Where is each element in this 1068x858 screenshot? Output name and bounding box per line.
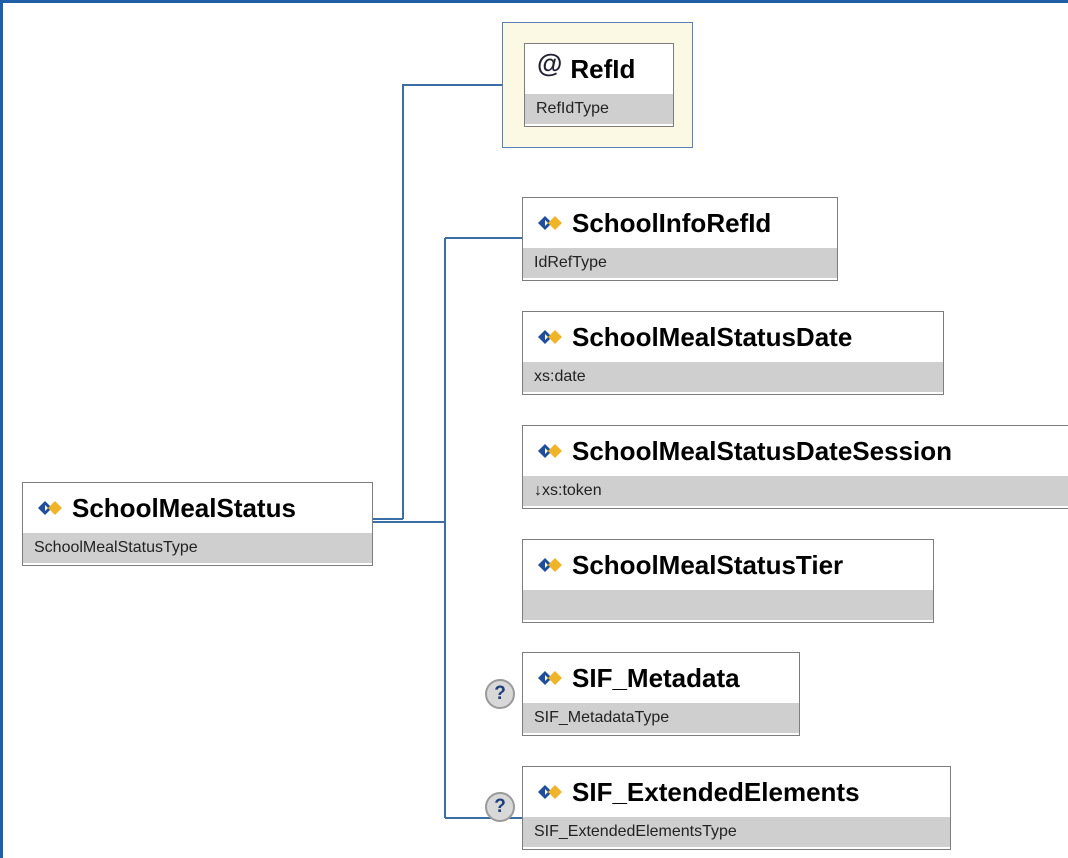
child-element-title: SIF_Metadata <box>523 653 799 703</box>
element-icon <box>38 501 62 515</box>
child-element-type: IdRefType <box>523 248 837 278</box>
child-element-name: SchoolMealStatusDate <box>572 321 853 352</box>
child-element-schoolmealstatustier[interactable]: SchoolMealStatusTier <box>522 539 934 623</box>
attribute-at-icon: @ <box>537 47 563 78</box>
connector-attribute <box>402 84 502 519</box>
child-element-sif-metadata[interactable]: SIF_Metadata SIF_MetadataType <box>522 652 800 736</box>
attribute-type: RefIdType <box>525 94 673 124</box>
attribute-box-refid[interactable]: @ RefId RefIdType <box>524 43 674 127</box>
child-element-type: SIF_MetadataType <box>523 703 799 733</box>
child-element-name: SchoolMealStatusDateSession <box>572 435 952 466</box>
attribute-title: @ RefId <box>525 44 673 94</box>
child-element-name: SchoolMealStatusTier <box>572 549 844 580</box>
child-element-title: SchoolMealStatusTier <box>523 540 933 590</box>
child-element-type: ↓xs:token <box>523 476 1068 506</box>
optional-question-icon: ? <box>485 679 515 709</box>
optional-question-icon: ? <box>485 792 515 822</box>
element-icon <box>538 444 562 458</box>
child-element-name: SchoolInfoRefId <box>572 207 772 238</box>
element-icon <box>538 558 562 572</box>
child-element-title: SchoolMealStatusDate <box>523 312 943 362</box>
child-element-schoolmealstatusdatesession[interactable]: SchoolMealStatusDateSession ↓xs:token <box>522 425 1068 509</box>
element-icon <box>538 330 562 344</box>
child-element-type: SIF_ExtendedElementsType <box>523 817 950 847</box>
child-element-schoolinforefid[interactable]: SchoolInfoRefId IdRefType <box>522 197 838 281</box>
root-element-title: SchoolMealStatus <box>23 483 372 533</box>
child-element-title: SchoolInfoRefId <box>523 198 837 248</box>
element-icon <box>538 671 562 685</box>
root-element-box[interactable]: SchoolMealStatus SchoolMealStatusType <box>22 482 373 566</box>
child-element-title: SIF_ExtendedElements <box>523 767 950 817</box>
child-element-title: SchoolMealStatusDateSession <box>523 426 1068 476</box>
child-element-schoolmealstatusdate[interactable]: SchoolMealStatusDate xs:date <box>522 311 944 395</box>
child-element-name: SIF_Metadata <box>572 662 740 693</box>
child-element-type <box>523 590 933 620</box>
attributes-group: @ RefId RefIdType <box>502 22 693 148</box>
root-element-type: SchoolMealStatusType <box>23 533 372 563</box>
element-icon <box>538 216 562 230</box>
attribute-name: RefId <box>570 53 636 84</box>
element-icon <box>538 785 562 799</box>
child-element-sif-extendedelements[interactable]: SIF_ExtendedElements SIF_ExtendedElement… <box>522 766 951 850</box>
child-element-type: xs:date <box>523 362 943 392</box>
root-element-name: SchoolMealStatus <box>72 492 296 523</box>
child-element-name: SIF_ExtendedElements <box>572 776 860 807</box>
